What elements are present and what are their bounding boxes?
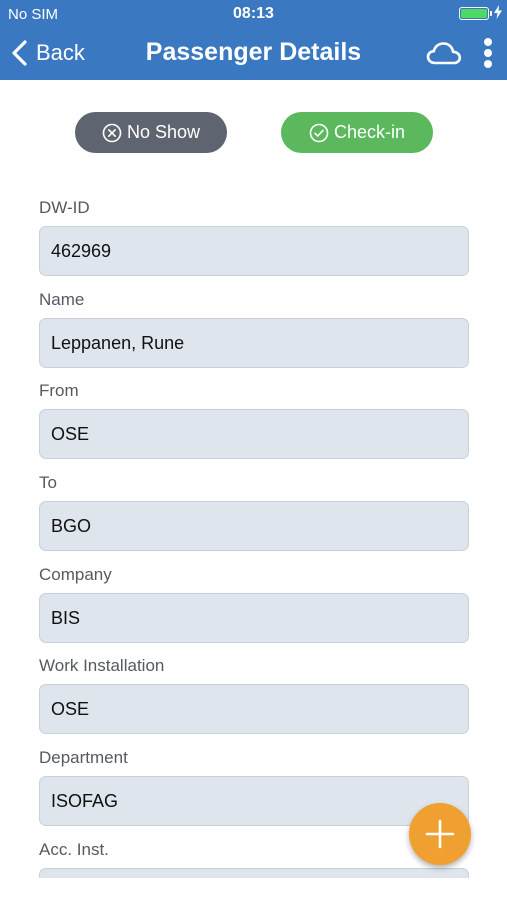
dw-id-field[interactable]: 462969 [39, 226, 469, 276]
cloud-icon[interactable] [426, 40, 462, 66]
charging-bolt-icon [494, 5, 502, 19]
check-circle-icon [309, 123, 329, 142]
more-dot [484, 49, 492, 57]
from-field[interactable]: OSE [39, 409, 469, 459]
field-label-to: To [39, 473, 57, 492]
battery-icon [459, 7, 492, 20]
app-header: No SIM 08:13 Back Passenger Details [0, 0, 507, 80]
field-label-from: From [39, 381, 79, 400]
battery-level [461, 9, 487, 18]
more-dot [484, 38, 492, 46]
add-fab-button[interactable] [409, 803, 471, 865]
battery-tip [490, 11, 492, 16]
back-button[interactable]: Back [10, 36, 85, 70]
name-field[interactable]: Leppanen, Rune [39, 318, 469, 368]
passenger-form: No Show Check-in DW-ID 462969 Name Leppa… [0, 0, 507, 884]
status-bar: No SIM 08:13 [0, 0, 507, 28]
work-installation-field[interactable]: OSE [39, 684, 469, 734]
company-field[interactable]: BIS [39, 593, 469, 643]
bottom-edge [0, 878, 507, 900]
field-label-name: Name [39, 290, 85, 309]
field-label-department: Department [39, 748, 128, 767]
department-field[interactable]: ISOFAG [39, 776, 469, 826]
field-label-acc-inst: Acc. Inst. [39, 840, 109, 859]
status-time: 08:13 [233, 5, 274, 22]
field-label-dw-id: DW-ID [39, 198, 90, 217]
check-in-label: Check-in [333, 122, 406, 142]
no-show-button[interactable]: No Show [75, 112, 227, 153]
more-vertical-icon[interactable] [480, 36, 496, 70]
more-dot [484, 60, 492, 68]
passenger-details-screen: No Show Check-in DW-ID 462969 Name Leppa… [0, 0, 507, 900]
chevron-left-icon [12, 40, 27, 66]
field-label-work-installation: Work Installation [39, 656, 165, 675]
plus-icon [425, 819, 455, 849]
cancel-circle-icon [102, 123, 122, 142]
nav-bar: Back Passenger Details [0, 28, 507, 80]
back-label: Back [36, 40, 85, 65]
to-field[interactable]: BGO [39, 501, 469, 551]
check-in-button[interactable]: Check-in [281, 112, 433, 153]
field-label-company: Company [39, 565, 112, 584]
no-show-label: No Show [126, 122, 201, 142]
